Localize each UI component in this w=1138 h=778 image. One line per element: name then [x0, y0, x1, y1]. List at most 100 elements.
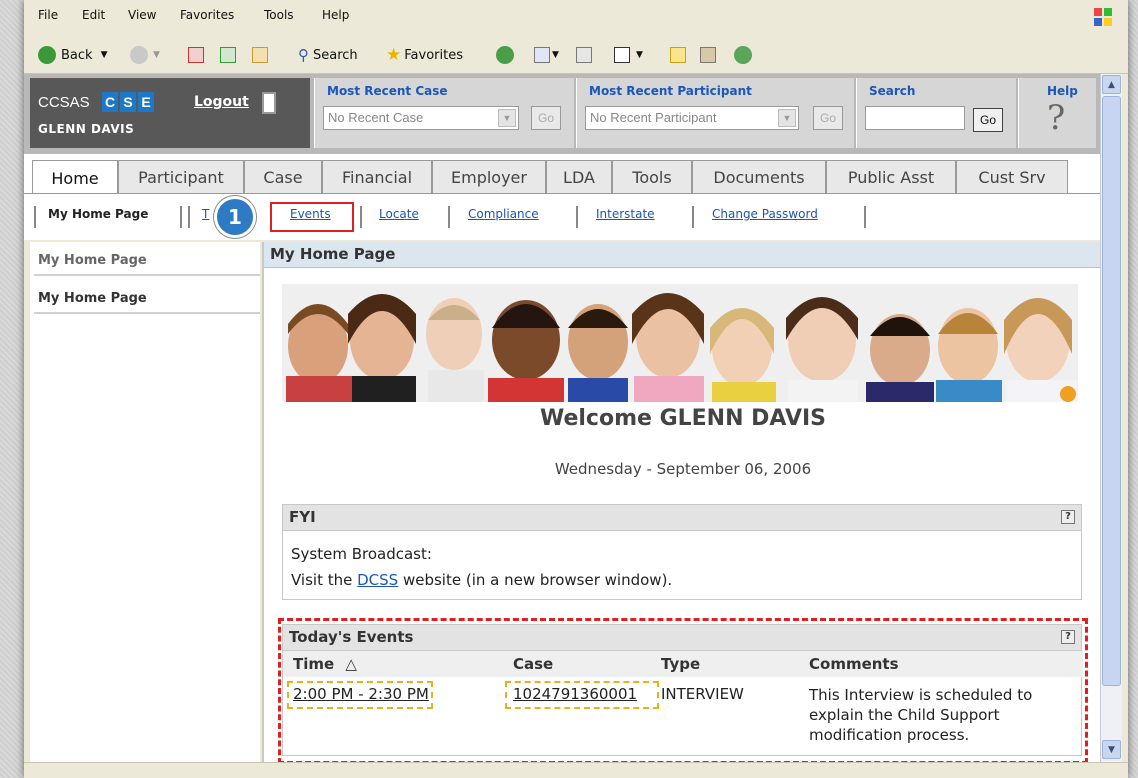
search-button[interactable]: ⚲ Search [298, 44, 358, 66]
notes-icon [670, 47, 686, 63]
chevron-down-icon: ▼ [778, 109, 796, 127]
mail-button[interactable]: ▼ [534, 44, 559, 66]
subnav-divider [34, 206, 36, 228]
research-icon [700, 47, 716, 63]
menu-tools[interactable]: Tools [264, 8, 294, 22]
recent-case-box: Most Recent Case No Recent Case ▼ Go [314, 78, 574, 148]
subnav-divider [360, 206, 362, 228]
word-button[interactable]: ▼ [614, 44, 643, 66]
status-bar [24, 762, 1128, 778]
subnav-divider [188, 206, 190, 228]
stop-icon [188, 47, 204, 63]
subnav-compliance[interactable]: Compliance [468, 207, 539, 221]
refresh-button[interactable] [220, 44, 236, 66]
search-input[interactable] [865, 106, 965, 130]
forward-button[interactable]: ▼ [130, 44, 160, 66]
recent-participant-label: Most Recent Participant [589, 84, 752, 98]
tab-tools[interactable]: Tools [612, 160, 692, 194]
fyi-header: FYI ? [283, 505, 1081, 531]
back-button[interactable]: Back ▼ [38, 44, 107, 66]
word-icon [614, 47, 630, 63]
page-title: My Home Page [264, 242, 1102, 268]
recent-participant-go-button[interactable]: Go [813, 106, 843, 130]
chevron-down-icon: ▼ [498, 109, 516, 127]
scroll-up-icon[interactable]: ▲ [1102, 75, 1121, 94]
brand-block: CCSAS C S E GLENN DAVIS Logout [30, 78, 310, 148]
menu-view[interactable]: View [128, 8, 156, 22]
app-logo: C S E [102, 92, 154, 112]
research-button[interactable] [700, 44, 716, 66]
messenger-icon [734, 46, 752, 64]
forward-dropdown-icon: ▼ [153, 50, 160, 60]
subnav-divider [448, 206, 450, 228]
recent-case-go-button[interactable]: Go [531, 106, 561, 130]
browser-window: File Edit View Favorites Tools Help Back… [24, 0, 1128, 778]
subnav-divider [576, 206, 578, 228]
tab-documents[interactable]: Documents [692, 160, 826, 194]
help-icon[interactable]: ? [1061, 510, 1075, 524]
subnav-t[interactable]: T [202, 207, 209, 221]
home-button[interactable] [252, 44, 268, 66]
menu-edit[interactable]: Edit [82, 8, 105, 22]
menu-favorites[interactable]: Favorites [180, 8, 234, 22]
scroll-thumb[interactable] [1102, 96, 1121, 686]
word-dropdown-icon: ▼ [636, 50, 643, 60]
media-button[interactable] [496, 44, 519, 66]
recent-case-label: Most Recent Case [327, 84, 448, 98]
notes-button[interactable] [670, 44, 686, 66]
favorites-button[interactable]: ★ Favorites [386, 44, 463, 66]
subnav-my-home-page[interactable]: My Home Page [48, 207, 148, 221]
menu-help[interactable]: Help [322, 8, 349, 22]
main-tabs: Home Participant Case Financial Employer… [24, 154, 1100, 196]
print-icon [576, 47, 592, 63]
current-date: Wednesday - September 06, 2006 [554, 460, 812, 478]
subnav-change-password[interactable]: Change Password [712, 207, 818, 221]
fyi-panel: FYI ? System Broadcast: Visit the DCSS w… [282, 504, 1082, 600]
tab-lda[interactable]: LDA [546, 160, 612, 194]
sub-nav: My Home Page T Events Locate Compliance … [24, 194, 1100, 240]
media-icon [496, 46, 514, 64]
print-button[interactable] [576, 44, 592, 66]
stop-button[interactable] [188, 44, 204, 66]
logout-door-icon[interactable] [262, 92, 276, 114]
help-box: Help ? [1018, 78, 1096, 148]
tab-participant[interactable]: Participant [118, 160, 244, 194]
tab-case[interactable]: Case [244, 160, 322, 194]
browser-toolbar: Back ▼ ▼ ⚲ Search ★ Favorites ▼ ▼ [24, 36, 1128, 74]
app-name: CCSAS [38, 94, 90, 111]
back-arrow-icon [38, 46, 56, 64]
home-icon [252, 47, 268, 63]
help-icon[interactable]: ? [1047, 98, 1065, 138]
tab-home[interactable]: Home [32, 160, 118, 196]
main-content: My Home Page Welcome GLENN DAVIS Wednesd… [262, 242, 1102, 764]
recent-case-select[interactable]: No Recent Case ▼ [323, 106, 519, 130]
search-go-button[interactable]: Go [973, 108, 1003, 132]
back-dropdown-icon[interactable]: ▼ [101, 50, 108, 60]
tab-financial[interactable]: Financial [322, 160, 432, 194]
scroll-down-icon[interactable]: ▼ [1102, 740, 1121, 759]
subnav-locate[interactable]: Locate [379, 207, 419, 221]
mail-icon [534, 47, 550, 63]
fyi-broadcast-label: System Broadcast: [291, 545, 432, 563]
tab-employer[interactable]: Employer [432, 160, 546, 194]
logout-link[interactable]: Logout [194, 94, 249, 110]
menu-file[interactable]: File [38, 8, 58, 22]
tab-public-asst[interactable]: Public Asst [826, 160, 956, 194]
subnav-divider [180, 206, 182, 228]
tab-cust-srv[interactable]: Cust Srv [956, 160, 1068, 194]
windows-logo-icon [1094, 8, 1112, 26]
recent-participant-select[interactable]: No Recent Participant ▼ [585, 106, 799, 130]
search-box: Search Go [856, 78, 1016, 148]
dcss-link[interactable]: DCSS [357, 571, 398, 589]
children-banner-image [282, 284, 1078, 402]
subnav-interstate[interactable]: Interstate [596, 207, 655, 221]
leftnav-item-my-home-page[interactable]: My Home Page [34, 284, 260, 314]
search-icon: ⚲ [298, 46, 309, 64]
subnav-divider [692, 206, 694, 228]
messenger-button[interactable] [734, 44, 757, 66]
vertical-scrollbar[interactable]: ▲ ▼ [1100, 74, 1122, 762]
subnav-divider [864, 206, 866, 228]
mail-dropdown-icon: ▼ [552, 50, 559, 60]
events-highlight-box [270, 202, 354, 232]
events-highlight-box [278, 618, 1088, 764]
